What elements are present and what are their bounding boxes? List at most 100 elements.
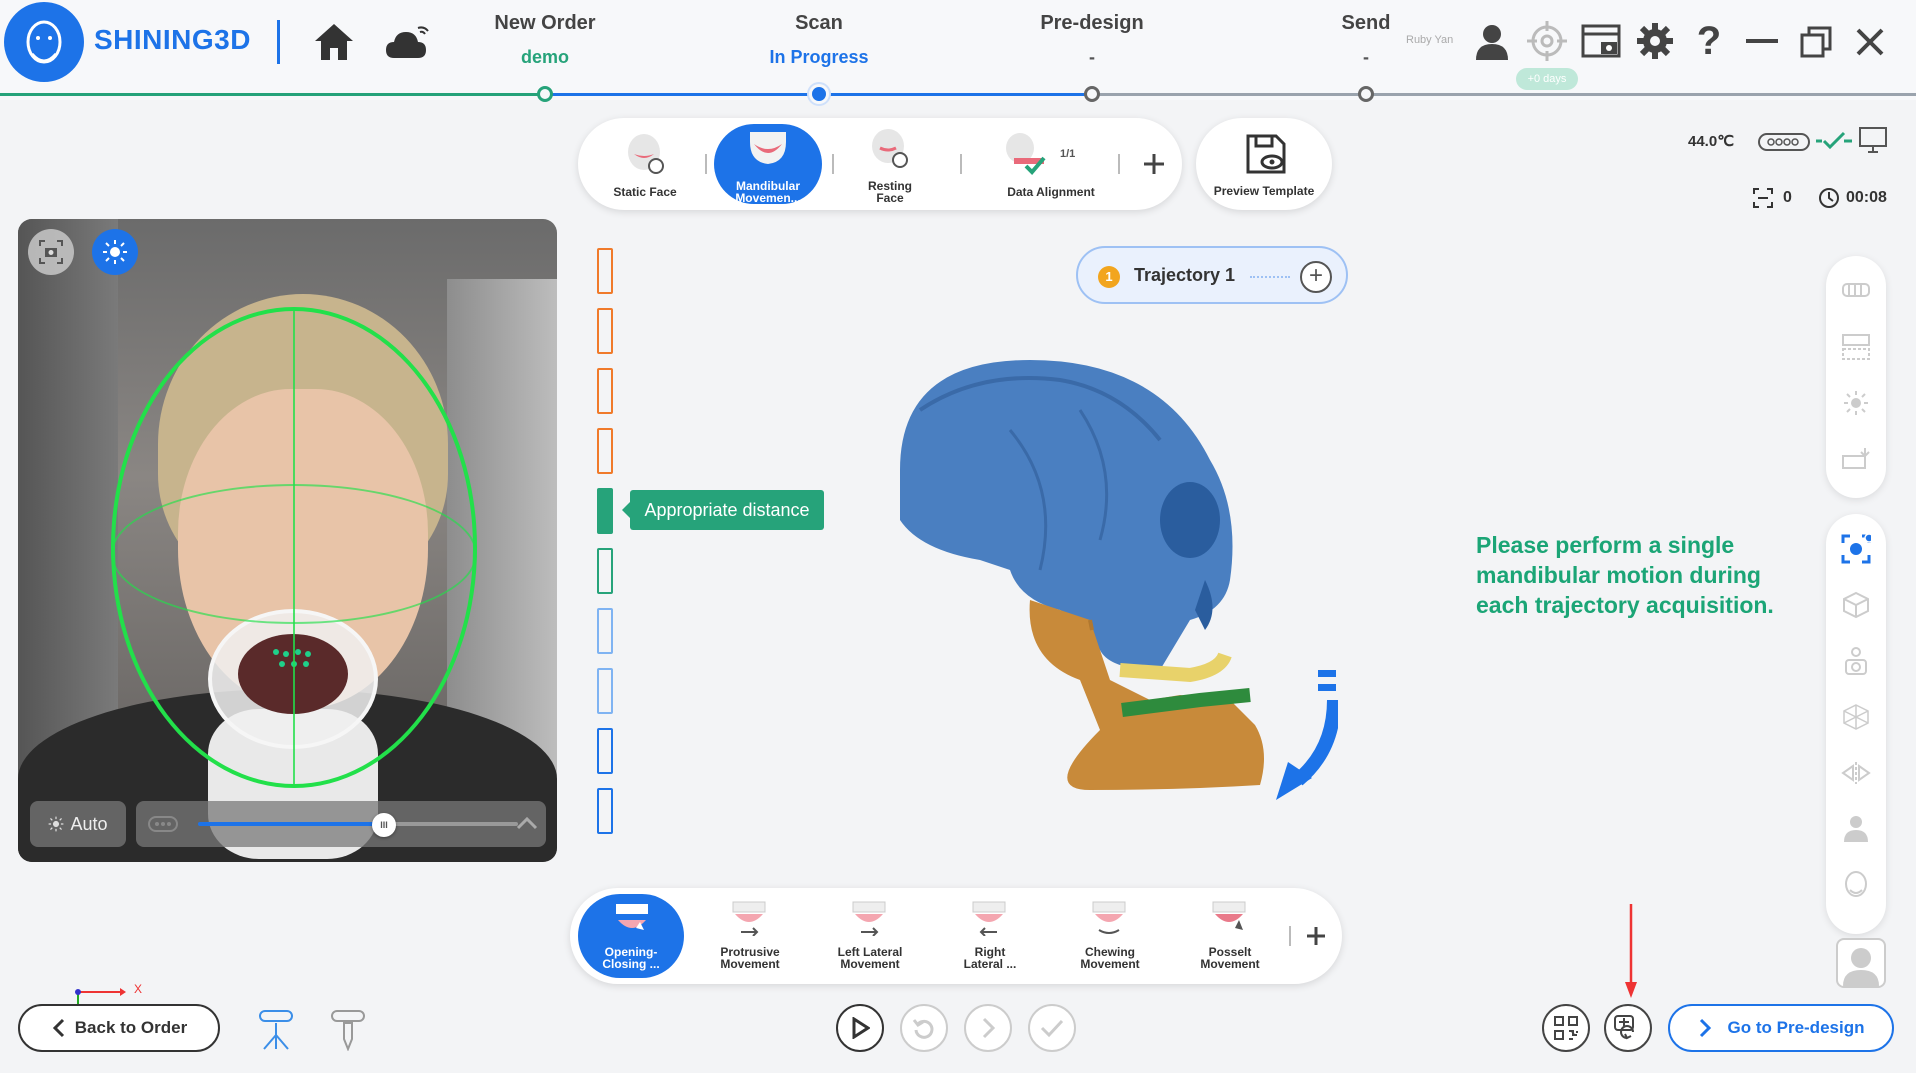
motion-opening-closing[interactable]: Opening-Closing ... — [578, 888, 688, 984]
frame-count-icon — [1750, 186, 1776, 210]
mirror-icon[interactable] — [1841, 758, 1871, 788]
step-new-order[interactable]: New Order demo — [445, 12, 645, 68]
qr-code-button[interactable] — [1542, 1004, 1590, 1052]
help-icon[interactable]: ? — [1692, 19, 1726, 63]
distance-bar — [597, 368, 613, 414]
minimize-icon[interactable] — [1744, 22, 1780, 62]
cloud-wifi-icon[interactable] — [384, 20, 432, 64]
mode-resting-face[interactable]: Resting Face — [840, 118, 940, 210]
screenshot-icon[interactable] — [1580, 22, 1622, 62]
patient-avatar-button[interactable] — [1836, 938, 1886, 988]
connected-check-icon — [1816, 126, 1852, 156]
step-dot-pre-design — [1084, 86, 1100, 102]
auto-exposure-button[interactable]: Auto — [30, 801, 126, 847]
exposure-slider-thumb[interactable]: III — [372, 813, 396, 837]
motion-posselt[interactable]: Posselt Movement — [1175, 888, 1285, 984]
motion-type-toolbar: Opening-Closing ... Protrusive Movement … — [570, 888, 1342, 984]
step-title: New Order — [494, 12, 596, 34]
play-icon — [852, 1017, 870, 1039]
mode-label: Static Face — [613, 185, 677, 199]
cube-view-icon[interactable] — [1841, 590, 1871, 620]
exposure-slider-track[interactable] — [384, 822, 518, 826]
confirm-button[interactable] — [1028, 1004, 1076, 1052]
step-scan[interactable]: Scan In Progress — [719, 12, 919, 68]
opening-closing-icon — [616, 904, 648, 930]
brand-name: SHINING3D — [94, 24, 251, 55]
add-motion-icon[interactable] — [1300, 920, 1332, 952]
step-status: - — [1363, 47, 1369, 67]
distance-bar — [597, 668, 613, 714]
teeth-grid-icon[interactable] — [1841, 332, 1871, 362]
lighting-icon[interactable] — [1841, 388, 1871, 418]
distance-bar — [597, 428, 613, 474]
step-pre-design[interactable]: Pre-design - — [992, 12, 1192, 68]
right-lateral-icon — [972, 901, 1006, 936]
mode-label: Mandibular Movemen... — [735, 179, 801, 205]
step-dot-scan — [812, 87, 826, 101]
check-icon — [1040, 1019, 1064, 1038]
add-mode-icon[interactable] — [1138, 148, 1170, 180]
step-status: - — [1089, 47, 1095, 67]
skull-3d-model[interactable] — [860, 350, 1340, 800]
motion-label: Opening-Closing ... — [602, 945, 660, 971]
sun-icon — [103, 240, 127, 264]
face-guide-midline — [293, 309, 295, 787]
mode-mandibular-movement[interactable]: Mandibular Movemen... — [708, 118, 828, 210]
exposure-slider-panel: III — [136, 801, 546, 847]
progress-track-current — [819, 93, 1092, 96]
sun-icon — [49, 816, 64, 832]
scanner-tripod-icon[interactable] — [256, 1008, 296, 1052]
step-title: Send — [1341, 12, 1391, 34]
mouth-open-arrow-icon — [1276, 670, 1338, 800]
face-profile-icon[interactable] — [1841, 870, 1871, 900]
step-status: In Progress — [769, 47, 869, 67]
home-icon[interactable] — [312, 20, 356, 64]
camera-capture-button[interactable] — [28, 229, 74, 275]
distance-bar — [597, 608, 613, 654]
go-to-pre-design-label: Go to Pre-design — [1727, 1018, 1865, 1037]
progress-track-current — [545, 93, 819, 96]
frame-count: 0 — [1783, 189, 1792, 206]
face-bow-transfer-button[interactable] — [1604, 1004, 1652, 1052]
add-trajectory-button[interactable]: + — [1300, 261, 1332, 293]
mode-static-face[interactable]: Static Face — [590, 118, 700, 210]
next-button[interactable] — [964, 1004, 1012, 1052]
undo-button[interactable] — [900, 1004, 948, 1052]
target-icon[interactable] — [1526, 20, 1568, 62]
go-to-pre-design-button[interactable]: Go to Pre-design — [1668, 1004, 1894, 1052]
close-icon[interactable] — [1852, 22, 1888, 62]
mesh-view-icon[interactable] — [1841, 702, 1871, 732]
distance-bar — [597, 308, 613, 354]
motion-chewing[interactable]: Chewing Movement — [1055, 888, 1165, 984]
teeth-upper-icon[interactable] — [1841, 276, 1871, 306]
scanner-handheld-icon[interactable] — [328, 1008, 368, 1052]
motion-right-lateral[interactable]: Right Lateral ... — [935, 888, 1045, 984]
resting-face-icon — [872, 129, 908, 168]
back-to-order-button[interactable]: Back to Order — [18, 1004, 220, 1052]
trajectory-selector[interactable]: 1 Trajectory 1 + — [1076, 246, 1348, 304]
motion-left-lateral[interactable]: Left Lateral Movement — [815, 888, 925, 984]
motion-label: Right Lateral ... — [963, 945, 1017, 971]
distance-bar — [597, 248, 613, 294]
person-scan-icon[interactable] — [1841, 814, 1871, 844]
camera-person-icon[interactable] — [1841, 646, 1871, 676]
chevron-up-icon[interactable] — [516, 815, 538, 831]
toolbar-separator — [1289, 926, 1291, 946]
face-scan-view-icon[interactable] — [1841, 534, 1871, 564]
chevron-right-icon — [982, 1017, 995, 1039]
distance-tooltip: Appropriate distance — [622, 490, 824, 530]
scan-timer: 00:08 — [1846, 189, 1887, 206]
teeth-import-icon[interactable] — [1841, 444, 1871, 474]
motion-label: Protrusive Movement — [720, 945, 780, 971]
restore-icon[interactable] — [1798, 22, 1834, 62]
play-button[interactable] — [836, 1004, 884, 1052]
gear-icon[interactable] — [1634, 20, 1676, 62]
preview-template-button[interactable]: Preview Template — [1196, 118, 1332, 210]
chewing-icon — [1092, 901, 1126, 934]
mode-data-alignment[interactable]: 1/1 Data Alignment — [976, 118, 1126, 210]
user-icon[interactable] — [1474, 22, 1510, 62]
brightness-button[interactable] — [92, 229, 138, 275]
camera-preview: Auto III — [18, 219, 557, 862]
distance-bar — [597, 728, 613, 774]
motion-protrusive[interactable]: Protrusive Movement — [695, 888, 805, 984]
